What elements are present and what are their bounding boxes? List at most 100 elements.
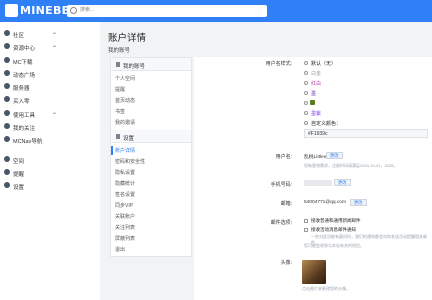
- menu-item-account-details[interactable]: 账户详情: [115, 147, 135, 154]
- email-value: 54004771@qq.com: [304, 200, 346, 205]
- sidebar-item-label: MCNav导航: [13, 139, 43, 145]
- sidebar-item-shop[interactable]: 买入零: [0, 94, 100, 106]
- menu-item-invites[interactable]: 我的邀请: [115, 119, 135, 126]
- site-logo[interactable]: MINEBBS: [5, 4, 78, 18]
- sidebar-item-resources[interactable]: 资源中心 ⌄: [0, 41, 100, 53]
- menu-item-privacy[interactable]: 隐私设置: [115, 169, 135, 176]
- style-option-purple: 墨紫: [311, 111, 322, 117]
- sidebar-item-label: 服务器: [13, 86, 30, 92]
- account-menu: 我的账号 个人空间 提醒 首页动态 书签 我的邀请 设置 账户详情 密码和安全性…: [110, 57, 192, 257]
- active-indicator: [111, 146, 113, 155]
- email-newsletter-label: 接收普通和通用新闻邮件: [311, 218, 361, 223]
- wrench-icon: [4, 110, 10, 116]
- menu-section-label: 设置: [123, 136, 135, 142]
- chevron-down-icon: ⌄: [52, 110, 58, 116]
- change-username-button[interactable]: 更改: [326, 152, 343, 159]
- sidebar-item-alerts[interactable]: 提醒: [0, 167, 100, 179]
- account-details-form: 用户名样式: 默认（无） 白金 红白 墨 墨紫 自定义颜色： #F1939c 用…: [194, 57, 432, 300]
- menu-item-following[interactable]: 关注列表: [115, 224, 135, 231]
- menu-section-account: 我的账号: [111, 58, 191, 71]
- sidebar-item-mcnav[interactable]: MCNav导航: [0, 134, 100, 146]
- menu-item-signature[interactable]: 签名设置: [115, 191, 135, 198]
- sidebar-item-label: MC下载: [13, 60, 33, 66]
- menu-item-password[interactable]: 密码和安全性: [115, 158, 145, 165]
- radio-style-ink[interactable]: [304, 91, 308, 95]
- chevron-down-icon: ⌄: [52, 43, 58, 49]
- menu-item-ignored[interactable]: 屏蔽列表: [115, 235, 135, 242]
- menu-item-alerts[interactable]: 提醒: [115, 86, 125, 93]
- search-icon: [70, 7, 77, 14]
- sidebar-item-label: 社区: [13, 33, 25, 39]
- custom-color-input[interactable]: #F1939c: [304, 129, 428, 138]
- logo-mark: [5, 4, 18, 17]
- sidebar-item-servers[interactable]: 服务器: [0, 81, 100, 93]
- radio-style-custom[interactable]: [304, 121, 308, 125]
- search-placeholder: 搜索...: [80, 7, 95, 13]
- radio-style-icon[interactable]: [304, 101, 308, 105]
- menu-item-connected[interactable]: 关联账户: [115, 213, 135, 220]
- sidebar-item-mc-download[interactable]: MC下载: [0, 55, 100, 67]
- compass-icon: [4, 136, 10, 142]
- server-icon: [4, 83, 10, 89]
- menu-section-label: 我的账号: [123, 64, 146, 70]
- email-general-hint: 您可能会收到与本站有关的短信。: [304, 243, 364, 248]
- page-title: 账户详情: [108, 33, 147, 44]
- menu-item-logout[interactable]: 退出: [115, 246, 125, 253]
- top-bar: MINEBBS 搜索...: [0, 0, 432, 22]
- radio-style-platinum[interactable]: [304, 71, 308, 75]
- email-options-label: 邮件选项:: [270, 220, 292, 226]
- sidebar-item-label: 空间: [13, 159, 25, 165]
- style-option-ink: 墨: [311, 91, 317, 97]
- menu-item-vip[interactable]: 同步VIP: [115, 202, 133, 209]
- sidebar-item-label: 动态广场: [13, 73, 36, 79]
- sidebar-item-label: 设置: [13, 185, 25, 191]
- menu-section-settings: 设置: [111, 130, 191, 143]
- feed-icon: [4, 70, 10, 76]
- download-icon: [4, 57, 10, 63]
- heart-icon: [4, 123, 10, 129]
- search-input[interactable]: 搜索...: [67, 5, 267, 17]
- username-label: 用户名:: [275, 154, 292, 160]
- menu-item-news-feed[interactable]: 首页动态: [115, 97, 135, 104]
- radio-style-default[interactable]: [304, 61, 308, 65]
- sidebar-item-feed[interactable]: 动态广场: [0, 68, 100, 80]
- sidebar-item-tools[interactable]: 使用工具 ⌄: [0, 108, 100, 120]
- email-activity-checkbox[interactable]: [304, 228, 308, 232]
- menu-item-stats[interactable]: 隐藏统计: [115, 180, 135, 187]
- sidebar-item-settings[interactable]: 设置: [0, 180, 100, 192]
- chevron-down-icon: ⌄: [52, 30, 58, 36]
- username-hint: 如有更改需求，注册时间请满足2024-10-01，2025。: [304, 163, 398, 168]
- radio-style-redwhite[interactable]: [304, 81, 308, 85]
- email-activity-label: 接收活动消息邮件通知: [311, 227, 356, 232]
- avatar-hint: 点击图片来更改您的头像。: [302, 286, 350, 291]
- bell-icon: [4, 169, 10, 175]
- email-label: 邮箱:: [280, 201, 292, 207]
- sidebar-item-label: 提醒: [13, 172, 25, 178]
- avatar[interactable]: [302, 260, 326, 284]
- sidebar-item-label: 使用工具: [13, 113, 36, 119]
- breadcrumb[interactable]: 我的账号: [108, 46, 130, 54]
- box-icon: [4, 43, 10, 49]
- radio-style-purple[interactable]: [304, 111, 308, 115]
- email-newsletter-checkbox[interactable]: [304, 219, 308, 223]
- menu-item-profile[interactable]: 个人空间: [115, 75, 135, 82]
- change-phone-button[interactable]: 更改: [334, 179, 351, 186]
- username-style-label: 用户名样式:: [265, 61, 292, 67]
- user-icon: [4, 156, 10, 162]
- gear-icon: [4, 182, 10, 188]
- sidebar-item-label: 买入零: [13, 99, 30, 105]
- style-option-default: 默认（无）: [311, 61, 337, 67]
- phone-value-masked: [304, 180, 332, 186]
- style-option-platinum: 白金: [311, 71, 322, 77]
- sidebar-item-community[interactable]: 社区 ⌄: [0, 28, 100, 40]
- file-icon: [116, 62, 120, 67]
- sidebar-item-following[interactable]: 我的关注: [0, 121, 100, 133]
- sidebar-item-label: 资源中心: [13, 46, 36, 52]
- menu-item-bookmarks[interactable]: 书签: [115, 108, 125, 115]
- home-icon: [4, 30, 10, 36]
- style-option-swatch: [310, 100, 315, 105]
- change-email-button[interactable]: 更改: [350, 199, 367, 206]
- style-option-custom: 自定义颜色：: [311, 121, 342, 127]
- phone-label: 手机号码:: [270, 182, 292, 188]
- sidebar-item-space[interactable]: 空间: [0, 154, 100, 166]
